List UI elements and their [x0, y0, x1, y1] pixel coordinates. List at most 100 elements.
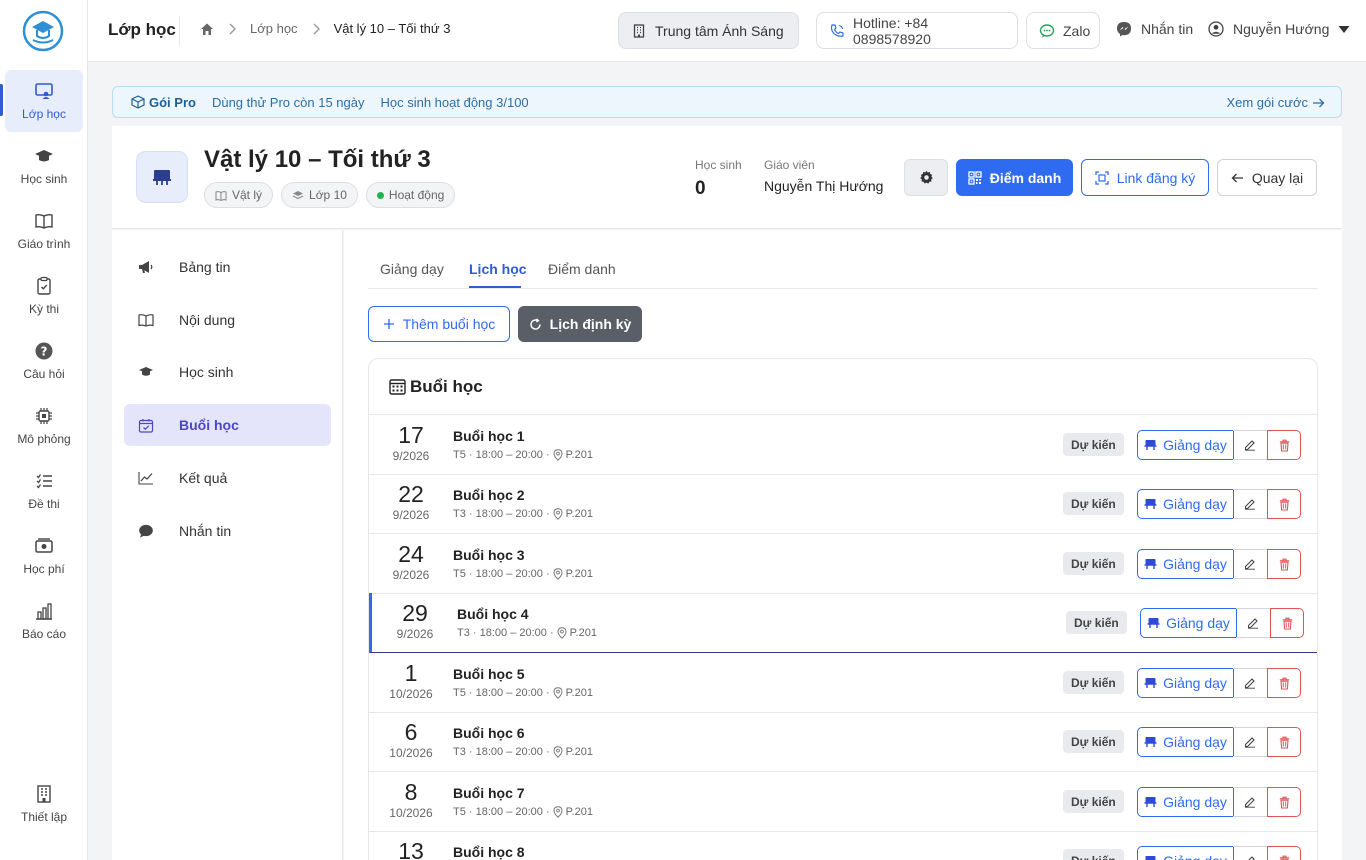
messenger-button[interactable]: Nhắn tin [1116, 21, 1193, 37]
rail-item-simulation[interactable]: Mô phỏng [5, 395, 83, 457]
sidenav-label: Buổi học [179, 417, 239, 433]
trash-icon [1279, 855, 1290, 860]
back-button[interactable]: Quay lại [1217, 159, 1317, 196]
session-name[interactable]: Buổi học 8 [453, 844, 525, 860]
edit-button[interactable] [1233, 489, 1268, 519]
sessions-title: Buổi học [410, 376, 483, 396]
session-time: T5 · 18:00 – 20:00 · [453, 687, 550, 699]
delete-button[interactable] [1270, 608, 1304, 638]
layers-icon [292, 190, 304, 201]
sidenav-label: Bảng tin [179, 259, 231, 275]
rail-item-reports[interactable]: Báo cáo [5, 590, 83, 652]
edit-button[interactable] [1233, 846, 1268, 860]
home-icon[interactable] [200, 22, 214, 36]
session-row[interactable]: 29 9/2026 Buổi học 4 T3 · 18:00 – 20:00 · P.… [369, 593, 1317, 653]
trash-icon [1279, 558, 1290, 571]
edit-button[interactable] [1233, 430, 1268, 460]
pro-banner: Gói Pro Dùng thử Pro còn 15 ngày Học sin… [112, 86, 1342, 118]
session-time: T3 · 18:00 – 20:00 · [457, 627, 554, 639]
teach-button[interactable]: Giảng dạy [1137, 549, 1234, 579]
teach-button[interactable]: Giảng dạy [1137, 430, 1234, 460]
session-row[interactable]: 8 10/2026 Buổi học 7 T5 · 18:00 – 20:00 · P.… [369, 772, 1317, 832]
app-logo-icon[interactable] [22, 10, 64, 52]
add-session-button[interactable]: Thêm buổi học [368, 306, 510, 342]
session-row[interactable]: 17 9/2026 Buổi học 1 T5 · 18:00 – 20:00 · P.… [369, 415, 1317, 475]
session-time: T5 · 18:00 – 20:00 · [453, 806, 550, 818]
session-month: 9/2026 [392, 508, 430, 522]
session-date: 22 9/2026 [385, 480, 437, 522]
rail-item-exams[interactable]: Kỳ thi [5, 265, 83, 327]
teach-button[interactable]: Giảng dạy [1137, 787, 1234, 817]
edit-button[interactable] [1236, 608, 1271, 638]
delete-button[interactable] [1267, 549, 1301, 579]
session-name[interactable]: Buổi học 2 [453, 487, 525, 503]
session-name[interactable]: Buổi học 6 [453, 725, 525, 741]
session-month: 9/2026 [392, 568, 430, 582]
session-row[interactable]: 1310/2026Buổi học 8T3 · 18:00 – 20:00 ·P… [369, 831, 1317, 860]
rail-item-questions[interactable]: ? Câu hỏi [5, 330, 83, 392]
view-plans-link[interactable]: Xem gói cước [1226, 95, 1325, 110]
center-selector[interactable]: Trung tâm Ánh Sáng [618, 12, 799, 49]
session-meta: T5 · 18:00 – 20:00 · P.201 [453, 806, 593, 818]
settings-button[interactable] [904, 159, 948, 196]
session-name[interactable]: Buổi học 1 [453, 428, 525, 444]
rail-item-students[interactable]: Học sinh [5, 135, 83, 197]
sidenav-item-results[interactable]: Kết quả [124, 457, 331, 499]
pencil-icon [1244, 558, 1256, 570]
rail-item-curriculum[interactable]: Giáo trình [5, 200, 83, 262]
delete-button[interactable] [1267, 787, 1301, 817]
scan-icon [1095, 170, 1109, 185]
hotline-button[interactable]: Hotline: +84 0898578920 [816, 12, 1018, 49]
user-menu[interactable]: Nguyễn Hướng [1208, 21, 1350, 37]
breadcrumb-link-classes[interactable]: Lớp học [250, 21, 298, 36]
session-name[interactable]: Buổi học 7 [453, 785, 525, 801]
delete-button[interactable] [1267, 668, 1301, 698]
rail-item-classes[interactable]: Lớp học [5, 70, 83, 132]
pencil-icon [1244, 677, 1256, 689]
clipboard-icon [34, 276, 54, 296]
edit-button[interactable] [1233, 549, 1268, 579]
session-row[interactable]: 22 9/2026 Buổi học 2 T3 · 18:00 – 20:00 · P.… [369, 474, 1317, 534]
session-name[interactable]: Buổi học 3 [453, 547, 525, 563]
location-pin-icon [553, 449, 563, 461]
arrow-left-icon [1231, 173, 1244, 183]
session-name[interactable]: Buổi học 4 [457, 606, 529, 622]
sidenav-item-students[interactable]: Học sinh [124, 351, 331, 393]
register-link-button[interactable]: Link đăng ký [1081, 159, 1209, 196]
sidenav-item-feed[interactable]: Bảng tin [124, 246, 331, 288]
teach-button[interactable]: Giảng dạy [1137, 668, 1234, 698]
session-name[interactable]: Buổi học 5 [453, 666, 525, 682]
session-date: 6 10/2026 [385, 718, 437, 760]
sidenav-item-sessions[interactable]: Buổi học [124, 404, 331, 446]
delete-button[interactable] [1267, 727, 1301, 757]
sidenav-item-content[interactable]: Nội dung [124, 299, 331, 341]
recurring-schedule-button[interactable]: Lịch định kỳ [518, 306, 642, 342]
tab-attendance[interactable]: Điểm danh [548, 261, 616, 277]
teach-button[interactable]: Giảng dạy [1140, 608, 1237, 638]
trash-icon [1279, 439, 1290, 452]
delete-button[interactable] [1267, 846, 1301, 860]
delete-button[interactable] [1267, 430, 1301, 460]
tab-schedule[interactable]: Lịch học [469, 261, 527, 277]
session-row[interactable]: 6 10/2026 Buổi học 6 T3 · 18:00 – 20:00 · P.… [369, 712, 1317, 772]
session-row[interactable]: 1 10/2026 Buổi học 5 T5 · 18:00 – 20:00 · P.… [369, 653, 1317, 713]
edit-button[interactable] [1233, 787, 1268, 817]
rail-item-tests[interactable]: Đề thi [5, 460, 83, 522]
rail-item-fees[interactable]: Học phí [5, 525, 83, 587]
tag-grade: Lớp 10 [281, 182, 358, 208]
teach-button[interactable]: Giảng dạy [1137, 489, 1234, 519]
zalo-button[interactable]: Zalo [1026, 12, 1100, 49]
session-row[interactable]: 24 9/2026 Buổi học 3 T5 · 18:00 – 20:00 · P.… [369, 534, 1317, 594]
location-pin-icon [557, 627, 567, 639]
location-pin-icon [553, 568, 563, 580]
delete-button[interactable] [1267, 489, 1301, 519]
attendance-button[interactable]: Điểm danh [956, 159, 1073, 196]
rail-item-settings[interactable]: Thiết lập [5, 773, 83, 835]
teach-button[interactable]: Giảng dạy [1137, 727, 1234, 757]
teach-button[interactable]: Giảng dạy [1137, 846, 1234, 860]
edit-button[interactable] [1233, 727, 1268, 757]
edit-button[interactable] [1233, 668, 1268, 698]
tab-teaching[interactable]: Giảng dạy [380, 261, 444, 277]
sidenav-item-messages[interactable]: Nhắn tin [124, 510, 331, 552]
session-month: 10/2026 [389, 687, 433, 701]
